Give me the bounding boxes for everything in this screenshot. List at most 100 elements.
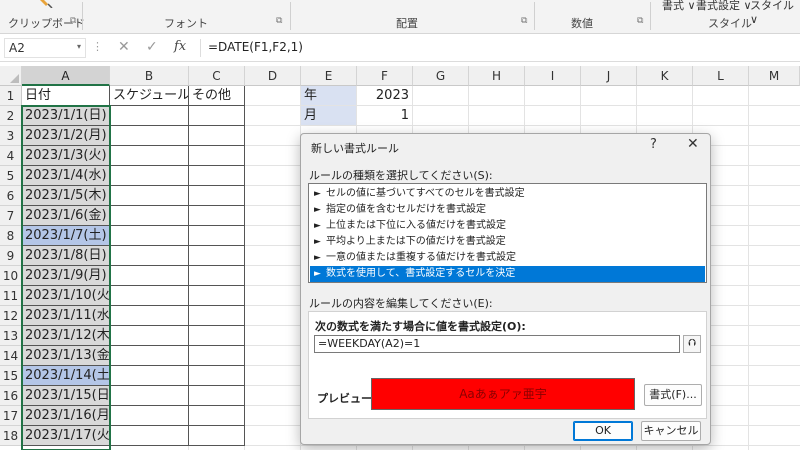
schedule-cell[interactable] bbox=[110, 346, 189, 366]
formula-input[interactable]: =DATE(F1,F2,1) bbox=[208, 40, 303, 54]
cancel-button[interactable]: キャンセル bbox=[641, 421, 701, 441]
help-icon[interactable]: ? bbox=[650, 137, 657, 152]
table-format-button[interactable]: 書式設定 ∨ bbox=[696, 0, 752, 13]
rule-type-item[interactable]: ► 指定の値を含むセルだけを書式設定 bbox=[310, 202, 705, 218]
date-cell[interactable]: 2023/1/17(火) bbox=[22, 426, 110, 446]
insert-function-icon[interactable]: fx bbox=[174, 39, 186, 54]
date-cell[interactable]: 2023/1/4(水) bbox=[22, 166, 110, 186]
param-label-cell[interactable]: 年 bbox=[301, 86, 357, 106]
format-button[interactable]: 書式(F)... bbox=[644, 384, 702, 406]
schedule-cell[interactable] bbox=[110, 246, 189, 266]
row-header-5[interactable]: 5 bbox=[0, 166, 22, 186]
column-header-b[interactable]: B bbox=[110, 66, 189, 86]
param-label-cell[interactable]: 月 bbox=[301, 106, 357, 126]
row-header-6[interactable]: 6 bbox=[0, 186, 22, 206]
other-cell[interactable] bbox=[189, 306, 245, 326]
schedule-cell[interactable] bbox=[110, 206, 189, 226]
date-cell[interactable]: 2023/1/3(火) bbox=[22, 146, 110, 166]
other-cell[interactable] bbox=[189, 206, 245, 226]
column-header-f[interactable]: F bbox=[357, 66, 413, 86]
cancel-entry-icon[interactable]: ✕ bbox=[118, 39, 130, 55]
more-options-icon[interactable]: ⋮ bbox=[92, 40, 103, 53]
schedule-cell[interactable] bbox=[110, 366, 189, 386]
column-header-h[interactable]: H bbox=[469, 66, 525, 86]
table-header-cell[interactable]: 日付 bbox=[22, 86, 110, 106]
schedule-cell[interactable] bbox=[110, 426, 189, 446]
other-cell[interactable] bbox=[189, 186, 245, 206]
number-launcher-icon[interactable]: ⧉ bbox=[637, 16, 643, 26]
name-box[interactable]: A2 ▾ bbox=[4, 38, 86, 58]
schedule-cell[interactable] bbox=[110, 306, 189, 326]
date-cell[interactable]: 2023/1/6(金) bbox=[22, 206, 110, 226]
other-cell[interactable] bbox=[189, 146, 245, 166]
column-header-j[interactable]: J bbox=[581, 66, 637, 86]
cell-style-button[interactable]: スタイル ∨ bbox=[750, 0, 800, 26]
row-header-16[interactable]: 16 bbox=[0, 386, 22, 406]
date-cell[interactable]: 2023/1/10(火) bbox=[22, 286, 110, 306]
other-cell[interactable] bbox=[189, 326, 245, 346]
column-header-g[interactable]: G bbox=[413, 66, 469, 86]
column-header-d[interactable]: D bbox=[245, 66, 301, 86]
rule-type-item[interactable]: ► セルの値に基づいてすべてのセルを書式設定 bbox=[310, 186, 705, 202]
other-cell[interactable] bbox=[189, 126, 245, 146]
schedule-cell[interactable] bbox=[110, 406, 189, 426]
select-all-corner[interactable] bbox=[0, 66, 22, 86]
other-cell[interactable] bbox=[189, 226, 245, 246]
table-header-cell[interactable]: スケジュール bbox=[110, 86, 189, 106]
schedule-cell[interactable] bbox=[110, 286, 189, 306]
column-header-m[interactable]: M bbox=[749, 66, 800, 86]
row-header-10[interactable]: 10 bbox=[0, 266, 22, 286]
rule-type-item-selected[interactable]: ► 数式を使用して、書式設定するセルを決定 bbox=[310, 266, 705, 282]
date-cell[interactable]: 2023/1/14(土) bbox=[22, 366, 110, 386]
row-header-8[interactable]: 8 bbox=[0, 226, 22, 246]
schedule-cell[interactable] bbox=[110, 266, 189, 286]
date-cell[interactable]: 2023/1/9(月) bbox=[22, 266, 110, 286]
schedule-cell[interactable] bbox=[110, 166, 189, 186]
date-cell[interactable]: 2023/1/13(金) bbox=[22, 346, 110, 366]
chevron-down-icon[interactable]: ▾ bbox=[77, 42, 81, 51]
confirm-entry-icon[interactable]: ✓ bbox=[146, 39, 158, 55]
other-cell[interactable] bbox=[189, 366, 245, 386]
row-header-4[interactable]: 4 bbox=[0, 146, 22, 166]
date-cell[interactable]: 2023/1/11(水) bbox=[22, 306, 110, 326]
date-cell[interactable]: 2023/1/15(日) bbox=[22, 386, 110, 406]
schedule-cell[interactable] bbox=[110, 126, 189, 146]
alignment-launcher-icon[interactable]: ⧉ bbox=[521, 16, 527, 26]
other-cell[interactable] bbox=[189, 286, 245, 306]
other-cell[interactable] bbox=[189, 266, 245, 286]
row-header-11[interactable]: 11 bbox=[0, 286, 22, 306]
row-header-13[interactable]: 13 bbox=[0, 326, 22, 346]
date-cell[interactable]: 2023/1/12(木) bbox=[22, 326, 110, 346]
date-cell[interactable]: 2023/1/2(月) bbox=[22, 126, 110, 146]
other-cell[interactable] bbox=[189, 106, 245, 126]
other-cell[interactable] bbox=[189, 426, 245, 446]
other-cell[interactable] bbox=[189, 246, 245, 266]
schedule-cell[interactable] bbox=[110, 146, 189, 166]
param-value-cell[interactable]: 2023 bbox=[357, 86, 413, 106]
date-cell[interactable]: 2023/1/1(日) bbox=[22, 106, 110, 126]
schedule-cell[interactable] bbox=[110, 226, 189, 246]
column-header-c[interactable]: C bbox=[189, 66, 245, 86]
other-cell[interactable] bbox=[189, 166, 245, 186]
format-painter-icon[interactable] bbox=[40, 0, 54, 8]
schedule-cell[interactable] bbox=[110, 326, 189, 346]
other-cell[interactable] bbox=[189, 386, 245, 406]
rule-formula-input[interactable]: =WEEKDAY(A2)=1 bbox=[314, 335, 680, 353]
row-header-15[interactable]: 15 bbox=[0, 366, 22, 386]
date-cell[interactable]: 2023/1/7(土) bbox=[22, 226, 110, 246]
font-launcher-icon[interactable]: ⧉ bbox=[276, 16, 282, 26]
ok-button[interactable]: OK bbox=[573, 421, 633, 441]
schedule-cell[interactable] bbox=[110, 386, 189, 406]
table-header-cell[interactable]: その他 bbox=[189, 86, 245, 106]
column-header-e[interactable]: E bbox=[301, 66, 357, 86]
row-header-3[interactable]: 3 bbox=[0, 126, 22, 146]
column-header-i[interactable]: I bbox=[525, 66, 581, 86]
column-header-a[interactable]: A bbox=[22, 66, 110, 86]
column-header-l[interactable]: L bbox=[693, 66, 749, 86]
other-cell[interactable] bbox=[189, 406, 245, 426]
rule-type-item[interactable]: ► 一意の値または重複する値だけを書式設定 bbox=[310, 250, 705, 266]
collapse-dialog-icon[interactable]: ⮉ bbox=[683, 335, 701, 353]
rule-type-item[interactable]: ► 上位または下位に入る値だけを書式設定 bbox=[310, 218, 705, 234]
clipboard-launcher-icon[interactable]: ⧉ bbox=[70, 16, 76, 26]
row-header-1[interactable]: 1 bbox=[0, 86, 22, 106]
